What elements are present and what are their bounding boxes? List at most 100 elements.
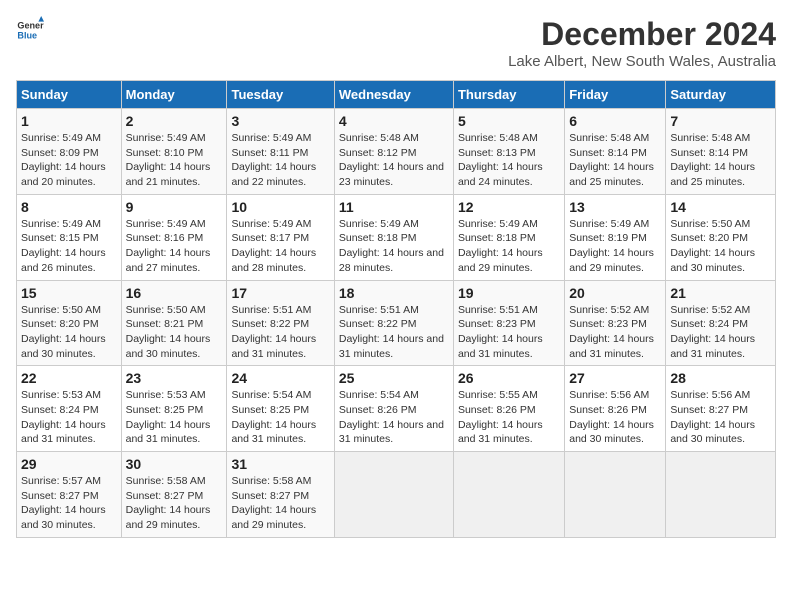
day-number: 25 bbox=[339, 370, 449, 386]
calendar-cell: 5 Sunrise: 5:48 AM Sunset: 8:13 PM Dayli… bbox=[453, 109, 564, 195]
day-info: Sunrise: 5:49 AM Sunset: 8:15 PM Dayligh… bbox=[21, 217, 117, 276]
day-number: 3 bbox=[231, 113, 329, 129]
location-title: Lake Albert, New South Wales, Australia bbox=[508, 53, 776, 70]
day-info: Sunrise: 5:54 AM Sunset: 8:25 PM Dayligh… bbox=[231, 388, 329, 447]
day-info: Sunrise: 5:53 AM Sunset: 8:25 PM Dayligh… bbox=[126, 388, 223, 447]
calendar-cell: 24 Sunrise: 5:54 AM Sunset: 8:25 PM Dayl… bbox=[227, 366, 334, 452]
day-number: 26 bbox=[458, 370, 560, 386]
day-number: 5 bbox=[458, 113, 560, 129]
calendar-cell: 28 Sunrise: 5:56 AM Sunset: 8:27 PM Dayl… bbox=[666, 366, 776, 452]
calendar-cell: 16 Sunrise: 5:50 AM Sunset: 8:21 PM Dayl… bbox=[121, 280, 227, 366]
col-thursday: Thursday bbox=[453, 81, 564, 109]
day-number: 15 bbox=[21, 285, 117, 301]
day-info: Sunrise: 5:49 AM Sunset: 8:18 PM Dayligh… bbox=[339, 217, 449, 276]
calendar-week-2: 8 Sunrise: 5:49 AM Sunset: 8:15 PM Dayli… bbox=[17, 194, 776, 280]
day-number: 18 bbox=[339, 285, 449, 301]
day-info: Sunrise: 5:52 AM Sunset: 8:24 PM Dayligh… bbox=[670, 303, 771, 362]
calendar-cell: 14 Sunrise: 5:50 AM Sunset: 8:20 PM Dayl… bbox=[666, 194, 776, 280]
day-info: Sunrise: 5:58 AM Sunset: 8:27 PM Dayligh… bbox=[231, 474, 329, 533]
col-saturday: Saturday bbox=[666, 81, 776, 109]
calendar-cell: 7 Sunrise: 5:48 AM Sunset: 8:14 PM Dayli… bbox=[666, 109, 776, 195]
calendar-cell: 1 Sunrise: 5:49 AM Sunset: 8:09 PM Dayli… bbox=[17, 109, 122, 195]
day-number: 20 bbox=[569, 285, 661, 301]
day-number: 16 bbox=[126, 285, 223, 301]
day-info: Sunrise: 5:51 AM Sunset: 8:22 PM Dayligh… bbox=[231, 303, 329, 362]
day-info: Sunrise: 5:57 AM Sunset: 8:27 PM Dayligh… bbox=[21, 474, 117, 533]
calendar-cell: 18 Sunrise: 5:51 AM Sunset: 8:22 PM Dayl… bbox=[334, 280, 453, 366]
calendar-cell: 17 Sunrise: 5:51 AM Sunset: 8:22 PM Dayl… bbox=[227, 280, 334, 366]
calendar-week-5: 29 Sunrise: 5:57 AM Sunset: 8:27 PM Dayl… bbox=[17, 452, 776, 538]
day-info: Sunrise: 5:49 AM Sunset: 8:17 PM Dayligh… bbox=[231, 217, 329, 276]
month-title: December 2024 bbox=[508, 16, 776, 53]
day-number: 14 bbox=[670, 199, 771, 215]
calendar-cell: 30 Sunrise: 5:58 AM Sunset: 8:27 PM Dayl… bbox=[121, 452, 227, 538]
col-wednesday: Wednesday bbox=[334, 81, 453, 109]
col-sunday: Sunday bbox=[17, 81, 122, 109]
day-info: Sunrise: 5:50 AM Sunset: 8:20 PM Dayligh… bbox=[670, 217, 771, 276]
day-info: Sunrise: 5:49 AM Sunset: 8:10 PM Dayligh… bbox=[126, 131, 223, 190]
logo: General Blue bbox=[16, 16, 44, 44]
calendar-cell: 10 Sunrise: 5:49 AM Sunset: 8:17 PM Dayl… bbox=[227, 194, 334, 280]
day-info: Sunrise: 5:50 AM Sunset: 8:20 PM Dayligh… bbox=[21, 303, 117, 362]
calendar-week-3: 15 Sunrise: 5:50 AM Sunset: 8:20 PM Dayl… bbox=[17, 280, 776, 366]
day-info: Sunrise: 5:55 AM Sunset: 8:26 PM Dayligh… bbox=[458, 388, 560, 447]
day-number: 2 bbox=[126, 113, 223, 129]
day-info: Sunrise: 5:49 AM Sunset: 8:19 PM Dayligh… bbox=[569, 217, 661, 276]
day-info: Sunrise: 5:51 AM Sunset: 8:23 PM Dayligh… bbox=[458, 303, 560, 362]
day-number: 24 bbox=[231, 370, 329, 386]
day-number: 27 bbox=[569, 370, 661, 386]
day-info: Sunrise: 5:51 AM Sunset: 8:22 PM Dayligh… bbox=[339, 303, 449, 362]
day-number: 1 bbox=[21, 113, 117, 129]
day-info: Sunrise: 5:48 AM Sunset: 8:13 PM Dayligh… bbox=[458, 131, 560, 190]
day-number: 22 bbox=[21, 370, 117, 386]
calendar-cell bbox=[334, 452, 453, 538]
calendar-table: Sunday Monday Tuesday Wednesday Thursday… bbox=[16, 80, 776, 538]
calendar-week-4: 22 Sunrise: 5:53 AM Sunset: 8:24 PM Dayl… bbox=[17, 366, 776, 452]
col-friday: Friday bbox=[565, 81, 666, 109]
calendar-cell: 15 Sunrise: 5:50 AM Sunset: 8:20 PM Dayl… bbox=[17, 280, 122, 366]
day-info: Sunrise: 5:48 AM Sunset: 8:12 PM Dayligh… bbox=[339, 131, 449, 190]
day-info: Sunrise: 5:52 AM Sunset: 8:23 PM Dayligh… bbox=[569, 303, 661, 362]
day-number: 4 bbox=[339, 113, 449, 129]
calendar-cell bbox=[453, 452, 564, 538]
calendar-cell bbox=[565, 452, 666, 538]
day-number: 7 bbox=[670, 113, 771, 129]
col-monday: Monday bbox=[121, 81, 227, 109]
header-row: Sunday Monday Tuesday Wednesday Thursday… bbox=[17, 81, 776, 109]
day-info: Sunrise: 5:49 AM Sunset: 8:11 PM Dayligh… bbox=[231, 131, 329, 190]
day-number: 17 bbox=[231, 285, 329, 301]
day-number: 13 bbox=[569, 199, 661, 215]
calendar-cell bbox=[666, 452, 776, 538]
day-number: 29 bbox=[21, 456, 117, 472]
day-info: Sunrise: 5:49 AM Sunset: 8:16 PM Dayligh… bbox=[126, 217, 223, 276]
day-info: Sunrise: 5:48 AM Sunset: 8:14 PM Dayligh… bbox=[569, 131, 661, 190]
calendar-week-1: 1 Sunrise: 5:49 AM Sunset: 8:09 PM Dayli… bbox=[17, 109, 776, 195]
day-number: 21 bbox=[670, 285, 771, 301]
calendar-cell: 11 Sunrise: 5:49 AM Sunset: 8:18 PM Dayl… bbox=[334, 194, 453, 280]
calendar-cell: 23 Sunrise: 5:53 AM Sunset: 8:25 PM Dayl… bbox=[121, 366, 227, 452]
calendar-cell: 13 Sunrise: 5:49 AM Sunset: 8:19 PM Dayl… bbox=[565, 194, 666, 280]
calendar-cell: 8 Sunrise: 5:49 AM Sunset: 8:15 PM Dayli… bbox=[17, 194, 122, 280]
day-info: Sunrise: 5:56 AM Sunset: 8:27 PM Dayligh… bbox=[670, 388, 771, 447]
calendar-cell: 19 Sunrise: 5:51 AM Sunset: 8:23 PM Dayl… bbox=[453, 280, 564, 366]
calendar-cell: 12 Sunrise: 5:49 AM Sunset: 8:18 PM Dayl… bbox=[453, 194, 564, 280]
day-number: 19 bbox=[458, 285, 560, 301]
page-header: General Blue December 2024 Lake Albert, … bbox=[16, 16, 776, 70]
calendar-body: 1 Sunrise: 5:49 AM Sunset: 8:09 PM Dayli… bbox=[17, 109, 776, 538]
day-number: 31 bbox=[231, 456, 329, 472]
day-info: Sunrise: 5:54 AM Sunset: 8:26 PM Dayligh… bbox=[339, 388, 449, 447]
calendar-cell: 25 Sunrise: 5:54 AM Sunset: 8:26 PM Dayl… bbox=[334, 366, 453, 452]
svg-text:Blue: Blue bbox=[17, 30, 37, 40]
day-number: 11 bbox=[339, 199, 449, 215]
calendar-cell: 27 Sunrise: 5:56 AM Sunset: 8:26 PM Dayl… bbox=[565, 366, 666, 452]
calendar-cell: 22 Sunrise: 5:53 AM Sunset: 8:24 PM Dayl… bbox=[17, 366, 122, 452]
day-number: 12 bbox=[458, 199, 560, 215]
day-number: 28 bbox=[670, 370, 771, 386]
day-number: 10 bbox=[231, 199, 329, 215]
calendar-cell: 6 Sunrise: 5:48 AM Sunset: 8:14 PM Dayli… bbox=[565, 109, 666, 195]
day-info: Sunrise: 5:50 AM Sunset: 8:21 PM Dayligh… bbox=[126, 303, 223, 362]
title-area: December 2024 Lake Albert, New South Wal… bbox=[508, 16, 776, 70]
day-number: 9 bbox=[126, 199, 223, 215]
calendar-cell: 20 Sunrise: 5:52 AM Sunset: 8:23 PM Dayl… bbox=[565, 280, 666, 366]
day-number: 23 bbox=[126, 370, 223, 386]
